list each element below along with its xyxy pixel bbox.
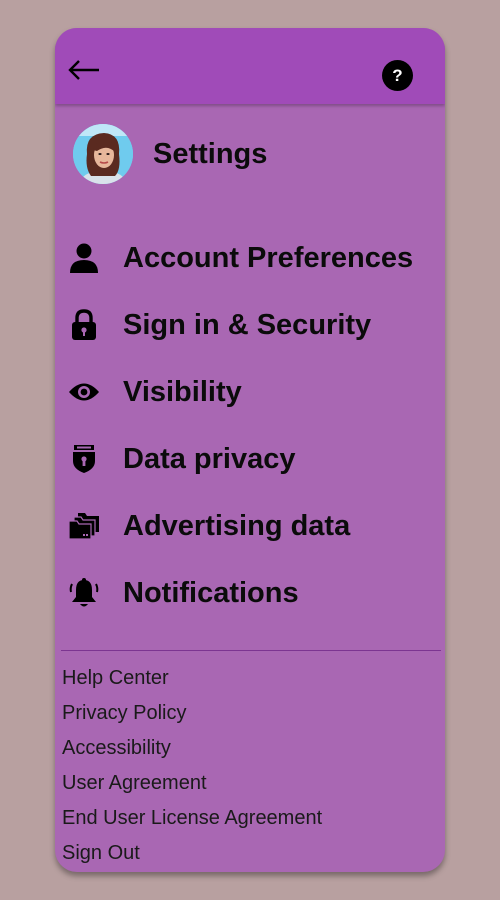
menu-item-data-privacy[interactable]: Data privacy — [65, 434, 440, 484]
folders-icon — [65, 507, 103, 545]
arrow-left-icon — [68, 60, 99, 80]
shield-icon — [65, 440, 103, 478]
divider — [61, 650, 441, 651]
menu-item-advertising-data[interactable]: Advertising data — [65, 501, 440, 551]
page-title: Settings — [153, 137, 268, 170]
menu-label: Account Preferences — [123, 241, 414, 274]
link-eula[interactable]: End User License Agreement — [62, 801, 322, 836]
menu-item-notifications[interactable]: Notifications — [65, 568, 440, 618]
menu-label: Visibility — [123, 375, 242, 408]
link-user-agreement[interactable]: User Agreement — [62, 766, 322, 801]
menu-label: Sign in & Security — [123, 308, 372, 341]
lock-icon — [65, 306, 103, 344]
menu-item-sign-in-security[interactable]: Sign in & Security — [65, 300, 440, 350]
back-button[interactable] — [67, 58, 101, 82]
profile-header: Settings — [73, 124, 267, 184]
bell-icon — [65, 574, 103, 612]
link-accessibility[interactable]: Accessibility — [62, 731, 322, 766]
menu-item-account-preferences[interactable]: Account Preferences — [65, 233, 440, 283]
avatar[interactable] — [73, 124, 133, 184]
menu-label: Data privacy — [123, 442, 296, 475]
menu-item-visibility[interactable]: Visibility — [65, 367, 440, 417]
help-button[interactable]: ? — [382, 60, 413, 91]
settings-panel: ? Settings Account Preferences Sign in &… — [55, 28, 445, 872]
eye-icon — [65, 373, 103, 411]
top-bar: ? — [55, 28, 445, 104]
avatar-image — [73, 124, 133, 184]
menu-label: Advertising data — [123, 509, 351, 542]
person-icon — [65, 239, 103, 277]
link-help-center[interactable]: Help Center — [62, 661, 322, 696]
link-privacy-policy[interactable]: Privacy Policy — [62, 696, 322, 731]
menu-label: Notifications — [123, 576, 299, 609]
help-icon: ? — [392, 66, 403, 85]
footer-links: Help Center Privacy Policy Accessibility… — [62, 661, 322, 871]
link-sign-out[interactable]: Sign Out — [62, 836, 322, 871]
